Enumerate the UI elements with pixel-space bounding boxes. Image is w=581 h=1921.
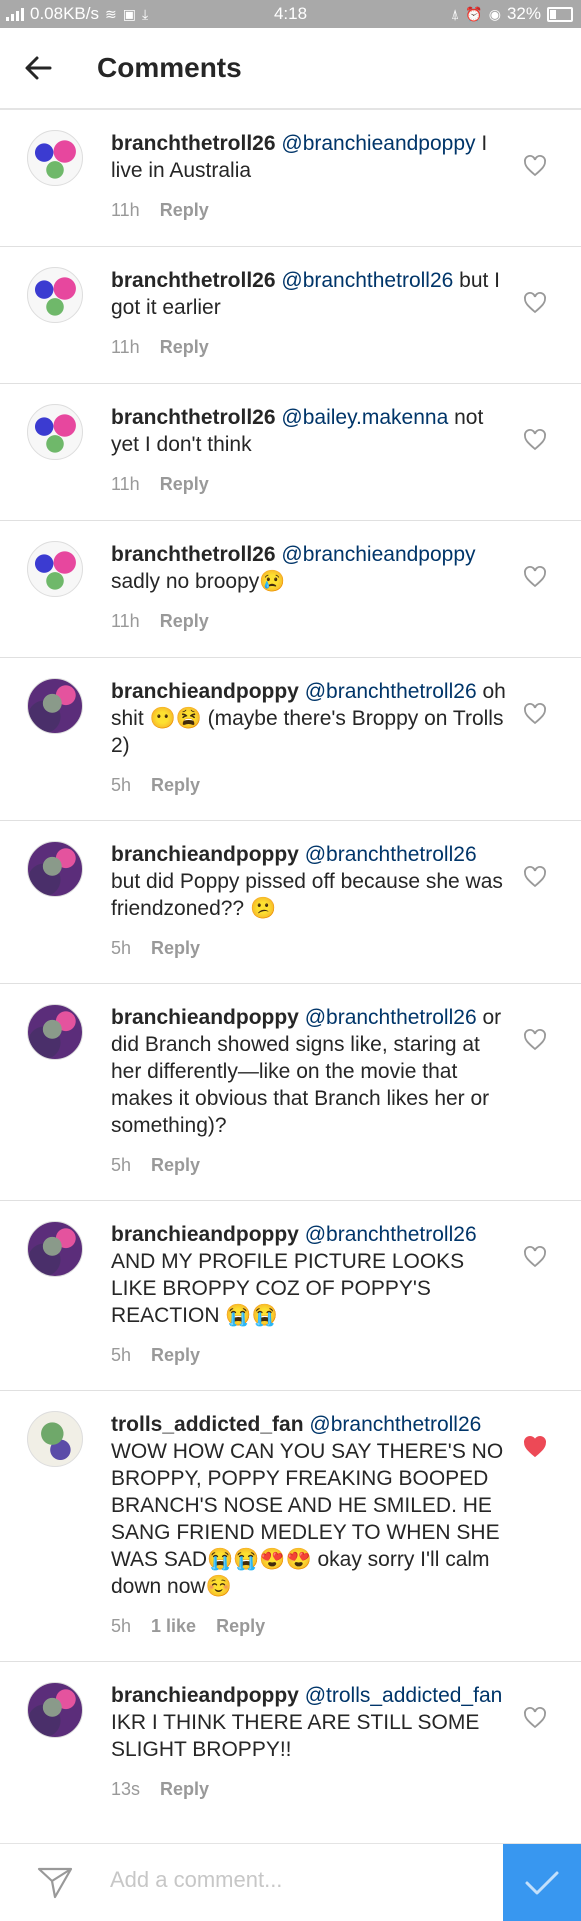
avatar[interactable] [27, 1682, 83, 1738]
reply-button[interactable]: Reply [216, 1616, 265, 1637]
checkmark-icon [525, 1871, 559, 1894]
comment-time: 11h [111, 337, 140, 357]
comment-username[interactable]: branchthetroll26 [111, 132, 276, 155]
reply-button[interactable]: Reply [160, 200, 209, 221]
comment-mention[interactable]: @trolls_addicted_fan [305, 1684, 503, 1707]
eye-icon: ◉ [488, 5, 501, 22]
comment-item: branchthetroll26 @branchthetroll26 but I… [0, 247, 581, 384]
heart-icon[interactable] [523, 865, 547, 889]
comment-time: 13s [111, 1779, 141, 1799]
reply-button[interactable]: Reply [160, 337, 209, 358]
comment-username[interactable]: branchieandpoppy [111, 1684, 299, 1707]
reply-button[interactable]: Reply [151, 938, 200, 959]
comment-username[interactable]: branchthetroll26 [111, 269, 276, 292]
comment-item: branchthetroll26 @bailey.makenna not yet… [0, 384, 581, 521]
heart-icon[interactable] [523, 154, 547, 178]
battery-percent: 32% [506, 4, 541, 23]
comment-mention[interactable]: @branchieandpoppy [281, 132, 475, 155]
heart-icon[interactable] [523, 291, 547, 315]
comment-text: AND MY PROFILE PICTURE LOOKS LIKE BROPPY… [111, 1250, 465, 1327]
comment-text: IKR I THINK THERE ARE STILL SOME SLIGHT … [111, 1711, 480, 1761]
comment-item: branchieandpoppy @branchthetroll26 but d… [0, 821, 581, 984]
avatar[interactable] [27, 541, 83, 597]
comment-username[interactable]: branchieandpoppy [111, 1223, 299, 1246]
battery-icon [547, 6, 573, 22]
like-count[interactable]: 1 like [151, 1616, 196, 1637]
comment-composer: Add a comment... [0, 1843, 581, 1921]
comment-time: 5h [111, 1345, 132, 1365]
comment-item: branchieandpoppy @branchthetroll26 oh sh… [0, 658, 581, 821]
comment-username[interactable]: trolls_addicted_fan [111, 1413, 304, 1436]
comment-text: but did Poppy pissed off because she was… [111, 870, 503, 920]
comment-mention[interactable]: @branchieandpoppy [281, 543, 475, 566]
reply-button[interactable]: Reply [160, 1779, 209, 1800]
comment-username[interactable]: branchieandpoppy [111, 1006, 299, 1029]
avatar[interactable] [27, 267, 83, 323]
comment-time: 11h [111, 200, 140, 220]
reply-button[interactable]: Reply [160, 611, 209, 632]
comment-mention[interactable]: @branchthetroll26 [309, 1413, 481, 1436]
comment-mention[interactable]: @branchthetroll26 [281, 269, 453, 292]
page-title: Comments [97, 52, 242, 83]
comment-username[interactable]: branchieandpoppy [111, 843, 299, 866]
comment-username[interactable]: branchthetroll26 [111, 543, 276, 566]
header: Comments [0, 28, 581, 110]
silent-icon: ⍋ [450, 5, 460, 22]
reply-button[interactable]: Reply [151, 1155, 200, 1176]
avatar[interactable] [27, 841, 83, 897]
avatar[interactable] [27, 1221, 83, 1277]
back-arrow-icon [25, 56, 52, 80]
comment-item: branchieandpoppy @branchthetroll26 AND M… [0, 1201, 581, 1391]
comment-mention[interactable]: @branchthetroll26 [305, 843, 477, 866]
heart-icon[interactable] [523, 428, 547, 452]
comment-mention[interactable]: @bailey.makenna [281, 406, 448, 429]
comment-time: 11h [111, 611, 140, 631]
comment-time: 11h [111, 474, 140, 494]
avatar[interactable] [27, 1411, 83, 1467]
reply-button[interactable]: Reply [151, 1345, 200, 1366]
comment-input[interactable]: Add a comment... [110, 1867, 282, 1893]
post-button[interactable] [503, 1844, 581, 1921]
avatar[interactable] [27, 1004, 83, 1060]
comment-mention[interactable]: @branchthetroll26 [305, 1006, 477, 1029]
avatar[interactable] [27, 678, 83, 734]
comment-item: branchthetroll26 @branchieandpoppy sadly… [0, 521, 581, 658]
comment-item: branchieandpoppy @branchthetroll26 or di… [0, 984, 581, 1201]
alarm-icon: ⏰ [465, 5, 483, 22]
avatar[interactable] [27, 130, 83, 186]
heart-icon[interactable] [523, 702, 547, 726]
heart-icon[interactable] [523, 1245, 547, 1269]
heart-filled-icon[interactable] [523, 1435, 547, 1459]
back-button[interactable] [18, 48, 58, 88]
comment-text: sadly no broopy😢 [111, 570, 286, 593]
comment-mention[interactable]: @branchthetroll26 [305, 680, 477, 703]
comment-username[interactable]: branchthetroll26 [111, 406, 276, 429]
avatar[interactable] [27, 404, 83, 460]
reply-button[interactable]: Reply [160, 474, 209, 495]
reply-button[interactable]: Reply [151, 775, 200, 796]
comment-item: trolls_addicted_fan @branchthetroll26 WO… [0, 1391, 581, 1662]
status-bar: 0.08KB/s ≋ ▣ ⤓ 4:18 ⍋ ⏰ ◉ 32% [0, 0, 581, 28]
heart-icon[interactable] [523, 1028, 547, 1052]
comment-time: 5h [111, 775, 132, 795]
comment-time: 5h [111, 1155, 132, 1175]
comment-time: 5h [111, 938, 132, 958]
comment-list: branchthetroll26 @branchieandpoppy I liv… [0, 110, 581, 1848]
comment-text: WOW HOW CAN YOU SAY THERE'S NO BROPPY, P… [111, 1440, 504, 1598]
comment-item: branchthetroll26 @branchieandpoppy I liv… [0, 110, 581, 247]
heart-icon[interactable] [523, 565, 547, 589]
heart-icon[interactable] [523, 1706, 547, 1730]
comment-mention[interactable]: @branchthetroll26 [305, 1223, 477, 1246]
comment-username[interactable]: branchieandpoppy [111, 680, 299, 703]
comment-item: branchieandpoppy @trolls_addicted_fan IK… [0, 1662, 581, 1848]
comment-time: 5h [111, 1616, 132, 1636]
direct-send-icon[interactable] [36, 1866, 74, 1900]
